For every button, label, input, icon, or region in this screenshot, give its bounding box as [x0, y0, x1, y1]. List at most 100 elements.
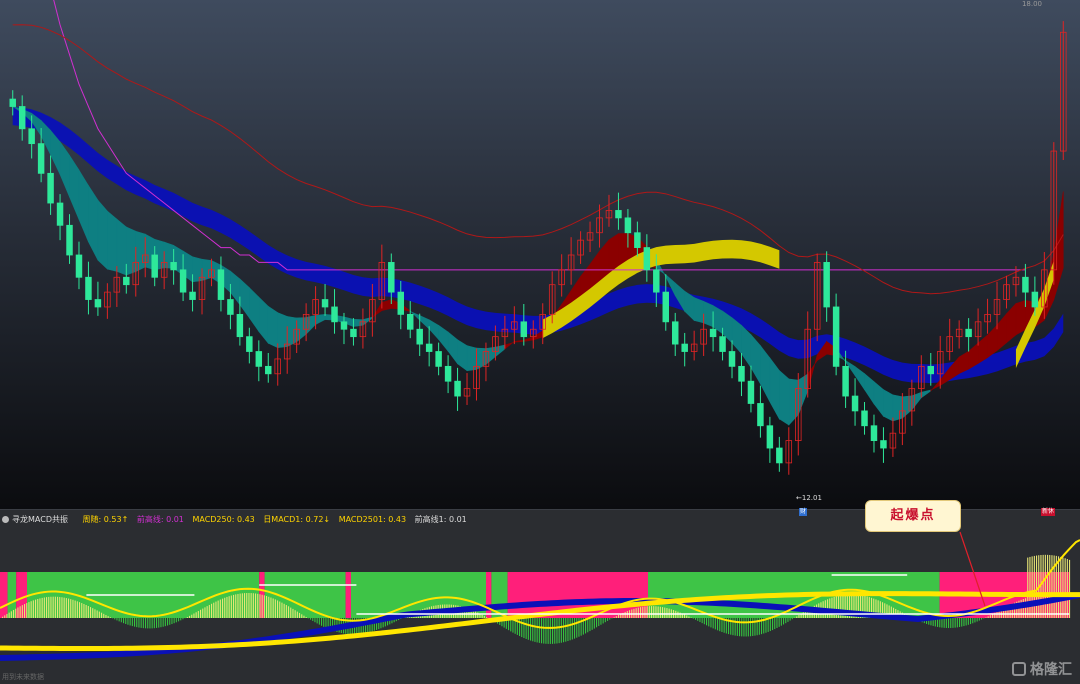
histogram-bar — [1066, 559, 1068, 618]
histogram-bar — [972, 618, 974, 624]
histogram-bar — [677, 611, 679, 618]
bear-cloud-segment — [873, 381, 884, 418]
bear-candle — [189, 291, 196, 300]
indicator-panel[interactable] — [0, 510, 1080, 684]
bear-candle — [880, 440, 887, 449]
bear-candle — [766, 425, 774, 449]
histogram-bar — [138, 618, 140, 628]
indicator-name-label[interactable]: 寻龙MACD共振 — [2, 515, 74, 524]
bear-cloud-segment — [769, 357, 780, 421]
legend-item: 日MACD1: 0.72↓ — [263, 515, 331, 524]
bear-cloud-segment — [495, 344, 506, 358]
bear-candle — [851, 395, 859, 412]
histogram-bar — [587, 618, 589, 633]
histogram-bar — [259, 594, 261, 618]
histogram-bar — [279, 601, 281, 618]
histogram-bar — [615, 616, 617, 618]
watermark-text: 格隆汇 — [1030, 662, 1072, 678]
bear-candle — [444, 365, 452, 382]
bear-candle — [179, 269, 187, 293]
histogram-bar — [263, 595, 265, 618]
histogram-bar — [717, 618, 719, 631]
histogram-bar — [281, 602, 283, 618]
bear-candle — [151, 254, 158, 278]
histogram-bar — [120, 618, 122, 623]
histogram-bar — [1022, 599, 1024, 618]
bear-candle — [246, 336, 253, 352]
watermark: 格隆汇 — [1012, 660, 1072, 678]
histogram-bar — [266, 595, 268, 618]
histogram-bar — [833, 596, 835, 618]
bear-cloud-segment — [779, 369, 790, 426]
histogram-bar — [160, 618, 162, 628]
histogram-bar — [312, 618, 314, 621]
histogram-bar — [151, 618, 153, 629]
histogram-bar — [57, 596, 59, 618]
histogram-bar — [239, 593, 241, 618]
histogram-bar — [1049, 554, 1051, 618]
histogram-bar — [1064, 558, 1066, 618]
histogram-bar — [76, 601, 78, 618]
histogram-bar — [182, 618, 184, 620]
histogram-bar — [116, 618, 118, 621]
bear-candle — [37, 143, 45, 174]
histogram-bar — [153, 618, 155, 629]
bear-candle — [217, 269, 225, 300]
histogram-bar — [651, 606, 653, 618]
histogram-bar — [752, 618, 754, 636]
histogram-bar — [164, 618, 166, 627]
histogram-bar — [107, 616, 109, 618]
histogram-bar — [692, 618, 694, 619]
histogram-bar — [136, 618, 138, 628]
histogram-bar — [523, 618, 525, 639]
indicator-legend: 寻龙MACD共振 周随: 0.53↑ 前高线: 0.01 MACD250: 0.… — [2, 514, 473, 526]
bear-cloud-segment — [797, 373, 809, 415]
bear-candle — [634, 232, 641, 248]
histogram-bar — [736, 618, 738, 636]
histogram-bar — [314, 618, 316, 623]
histogram-bar — [569, 618, 571, 641]
histogram-bar — [272, 598, 274, 618]
bear-cloud-segment — [760, 344, 771, 402]
bear-cloud-segment — [457, 339, 468, 372]
histogram-bar — [200, 609, 202, 618]
histogram-bar — [246, 593, 248, 618]
price-chart-panel[interactable] — [0, 0, 1080, 510]
histogram-bar — [554, 618, 556, 644]
histogram-bar — [1062, 557, 1064, 618]
histogram-bar — [30, 601, 32, 618]
histogram-bar — [105, 615, 107, 618]
histogram-bar — [941, 618, 943, 628]
bear-cloud-segment — [267, 305, 279, 349]
histogram-bar — [65, 598, 67, 618]
histogram-bar — [321, 618, 323, 626]
bear-cloud-segment — [286, 316, 297, 348]
histogram-bar — [24, 604, 26, 618]
bear-candle — [719, 336, 726, 352]
bear-candle — [842, 365, 849, 397]
histogram-bar — [180, 618, 182, 621]
bear-candle — [123, 276, 130, 286]
bear-candle — [331, 306, 338, 323]
histogram-bar — [961, 618, 963, 627]
histogram-bar — [532, 618, 534, 642]
histogram-bar — [158, 618, 160, 628]
bear-cloud-segment — [466, 345, 477, 372]
histogram-bar — [305, 617, 307, 618]
histogram-bar — [290, 607, 292, 618]
bull-regime-band — [0, 572, 8, 618]
histogram-bar — [19, 606, 21, 618]
bear-cloud-segment — [126, 226, 137, 276]
histogram-bar — [79, 602, 81, 618]
bear-cloud-segment — [921, 389, 932, 399]
histogram-bar — [664, 607, 666, 618]
histogram-bar — [222, 598, 224, 618]
breakout-callout: 起爆点 — [865, 500, 961, 532]
histogram-bar — [987, 616, 989, 618]
histogram-bar — [747, 618, 749, 637]
bear-regime-band — [7, 572, 17, 618]
histogram-bar — [215, 601, 217, 618]
histogram-bar — [945, 618, 947, 628]
histogram-bar — [134, 618, 136, 627]
histogram-bar — [101, 612, 103, 618]
